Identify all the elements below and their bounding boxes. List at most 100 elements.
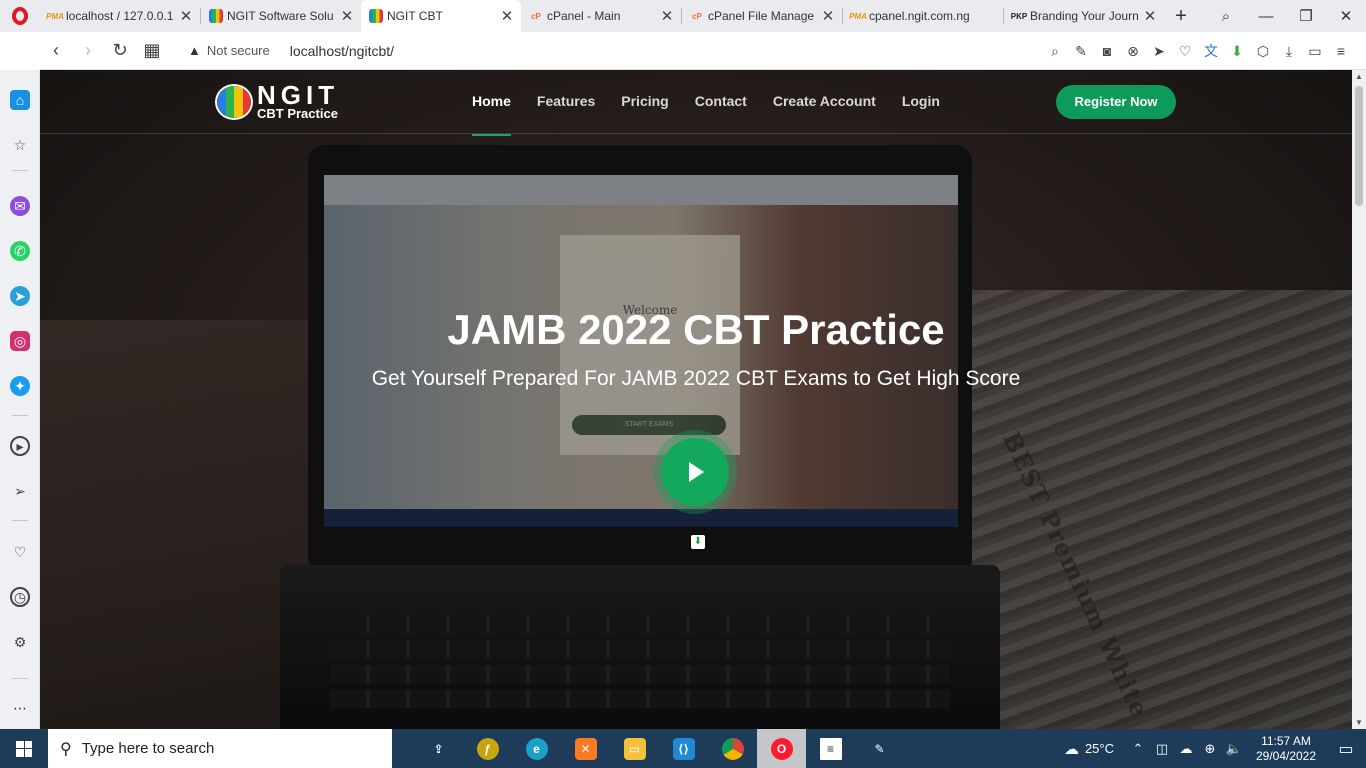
nav-login[interactable]: Login	[902, 70, 940, 134]
speed-dial-icon[interactable]: ▦	[136, 40, 168, 61]
register-now-button[interactable]: Register Now	[1056, 85, 1176, 119]
download-extension-icon[interactable]: ⬇	[1224, 43, 1250, 60]
download-badge-icon[interactable]: ⬇	[691, 535, 705, 549]
close-window-button[interactable]: ✕	[1326, 7, 1366, 25]
onedrive-icon[interactable]: ☁	[1174, 741, 1198, 757]
tab-close-icon[interactable]: ✕	[1142, 7, 1158, 25]
player-icon[interactable]: ▸	[10, 436, 30, 456]
translate-icon[interactable]: 文	[1198, 41, 1224, 61]
filezilla-icon[interactable]: ƒ	[463, 729, 512, 768]
page-scrollbar[interactable]: ▲ ▼	[1352, 70, 1366, 729]
home-icon[interactable]: ⌂	[10, 90, 30, 110]
tab-search-icon[interactable]: ⌕	[1206, 8, 1246, 25]
scroll-up-icon[interactable]: ▲	[1352, 72, 1366, 81]
nav-home[interactable]: Home	[472, 70, 511, 136]
phpmyadmin-icon: PMA	[46, 11, 64, 21]
notifications-icon[interactable]: ▭	[1326, 739, 1366, 759]
tab-cpanel-file-manager[interactable]: cP cPanel File Manage ✕	[682, 0, 842, 32]
tab-branding[interactable]: PKP Branding Your Journ ✕	[1004, 0, 1164, 32]
nav-contact[interactable]: Contact	[695, 70, 747, 134]
cpanel-icon: cP	[692, 11, 702, 21]
box-icon[interactable]: ⬡	[1250, 43, 1276, 60]
tab-title: cPanel File Manage	[708, 9, 815, 23]
send-icon[interactable]: ➢	[10, 481, 30, 501]
tab-localhost[interactable]: PMA localhost / 127.0.0.1 ✕	[40, 0, 200, 32]
cpanel-icon: cP	[531, 11, 541, 21]
downloads-icon[interactable]: ⤓	[1276, 43, 1302, 60]
tab-close-icon[interactable]: ✕	[339, 7, 355, 25]
logo-subtitle: CBT Practice	[257, 106, 338, 121]
chrome-icon[interactable]	[708, 729, 757, 768]
url-field[interactable]: localhost/ngitcbt/	[290, 43, 394, 59]
language-icon[interactable]: ⊕	[1198, 741, 1222, 757]
ngit-icon	[209, 9, 223, 23]
forward-icon[interactable]: ›	[72, 40, 104, 61]
edge-icon[interactable]: e	[512, 729, 561, 768]
xampp-icon[interactable]: ✕	[561, 729, 610, 768]
scroll-down-icon[interactable]: ▼	[1352, 718, 1366, 727]
heart-icon[interactable]: ♡	[1172, 43, 1198, 60]
back-icon[interactable]: ‹	[40, 40, 72, 61]
edit-icon[interactable]: ✎	[1068, 43, 1094, 60]
tab-cpanel-ngit[interactable]: PMA cpanel.ngit.com.ng	[843, 0, 1003, 32]
heart-icon[interactable]: ♡	[10, 542, 30, 562]
messenger-icon[interactable]: ✉	[10, 196, 30, 216]
warning-icon: ▲	[188, 43, 201, 58]
restore-button[interactable]: ❐	[1286, 7, 1326, 25]
opera-icon[interactable]: O	[757, 729, 806, 768]
site-logo[interactable]: NGIT CBT Practice	[215, 82, 339, 121]
reload-icon[interactable]: ↻	[104, 40, 136, 61]
camera-icon[interactable]: ◙	[1094, 43, 1120, 59]
minimize-button[interactable]: —	[1246, 8, 1286, 25]
nav-create-account[interactable]: Create Account	[773, 70, 876, 134]
window-controls: ⌕ — ❐ ✕	[1206, 0, 1366, 32]
opera-menu-icon[interactable]	[0, 0, 40, 32]
start-button[interactable]	[0, 729, 48, 768]
file-upload-icon[interactable]: ⇪	[414, 729, 463, 768]
whatsapp-icon[interactable]: ✆	[10, 241, 30, 261]
scroll-thumb[interactable]	[1355, 86, 1363, 206]
security-indicator[interactable]: ▲ Not secure	[188, 43, 270, 58]
block-icon[interactable]: ⊗	[1120, 43, 1146, 60]
twitter-icon[interactable]: ✦	[10, 376, 30, 396]
telegram-icon[interactable]: ➤	[10, 286, 30, 306]
instagram-icon[interactable]: ◎	[10, 331, 30, 351]
tab-close-icon[interactable]: ✕	[820, 7, 836, 25]
hero-subtitle: Get Yourself Prepared For JAMB 2022 CBT …	[371, 367, 1021, 390]
tab-close-icon[interactable]: ✕	[499, 7, 515, 25]
nav-features[interactable]: Features	[537, 70, 595, 134]
tab-title: Branding Your Journ	[1030, 9, 1139, 23]
tray-chevron-icon[interactable]: ⌃	[1126, 741, 1150, 757]
nav-pricing[interactable]: Pricing	[621, 70, 668, 134]
settings-icon[interactable]: ⚙	[10, 632, 30, 652]
battery-icon[interactable]: ▭	[1302, 43, 1328, 60]
menu-icon[interactable]: ≡	[1328, 43, 1354, 59]
tab-close-icon[interactable]: ✕	[659, 7, 675, 25]
volume-icon[interactable]: 🔈	[1222, 741, 1246, 757]
send-icon[interactable]: ➤	[1146, 43, 1172, 60]
zoom-icon[interactable]: ⌕	[1042, 43, 1068, 60]
taskbar-search[interactable]: ⚲ Type here to search	[48, 729, 392, 768]
tab-title: cpanel.ngit.com.ng	[869, 9, 970, 23]
new-tab-button[interactable]: +	[1164, 0, 1198, 32]
vscode-icon[interactable]: ⟨⟩	[659, 729, 708, 768]
temperature: 25°C	[1084, 741, 1114, 756]
hero-title: JAMB 2022 CBT Practice	[447, 306, 945, 353]
play-video-button[interactable]	[661, 438, 729, 506]
weather-widget[interactable]: ☁ 25°C	[1064, 740, 1114, 758]
tab-cpanel-main[interactable]: cP cPanel - Main ✕	[521, 0, 681, 32]
tab-ngit-cbt[interactable]: NGIT CBT ✕	[361, 0, 521, 32]
history-icon[interactable]: ◷	[10, 587, 30, 607]
tab-ngit-software[interactable]: NGIT Software Solu ✕	[201, 0, 361, 32]
taskbar-clock[interactable]: 11:57 AM 29/04/2022	[1246, 734, 1326, 764]
tab-title: NGIT CBT	[387, 9, 443, 23]
tray-app-icon[interactable]: ◫	[1150, 741, 1174, 757]
notepad-icon[interactable]: ≡	[806, 729, 855, 768]
security-label: Not secure	[206, 43, 270, 58]
cloud-sun-icon: ☁	[1063, 740, 1079, 758]
tab-close-icon[interactable]: ✕	[178, 7, 194, 25]
file-explorer-icon[interactable]: ▭	[610, 729, 659, 768]
paint-icon[interactable]: ✎	[855, 729, 904, 768]
star-icon[interactable]: ☆	[10, 135, 30, 155]
more-icon[interactable]: ⋯	[10, 698, 30, 718]
